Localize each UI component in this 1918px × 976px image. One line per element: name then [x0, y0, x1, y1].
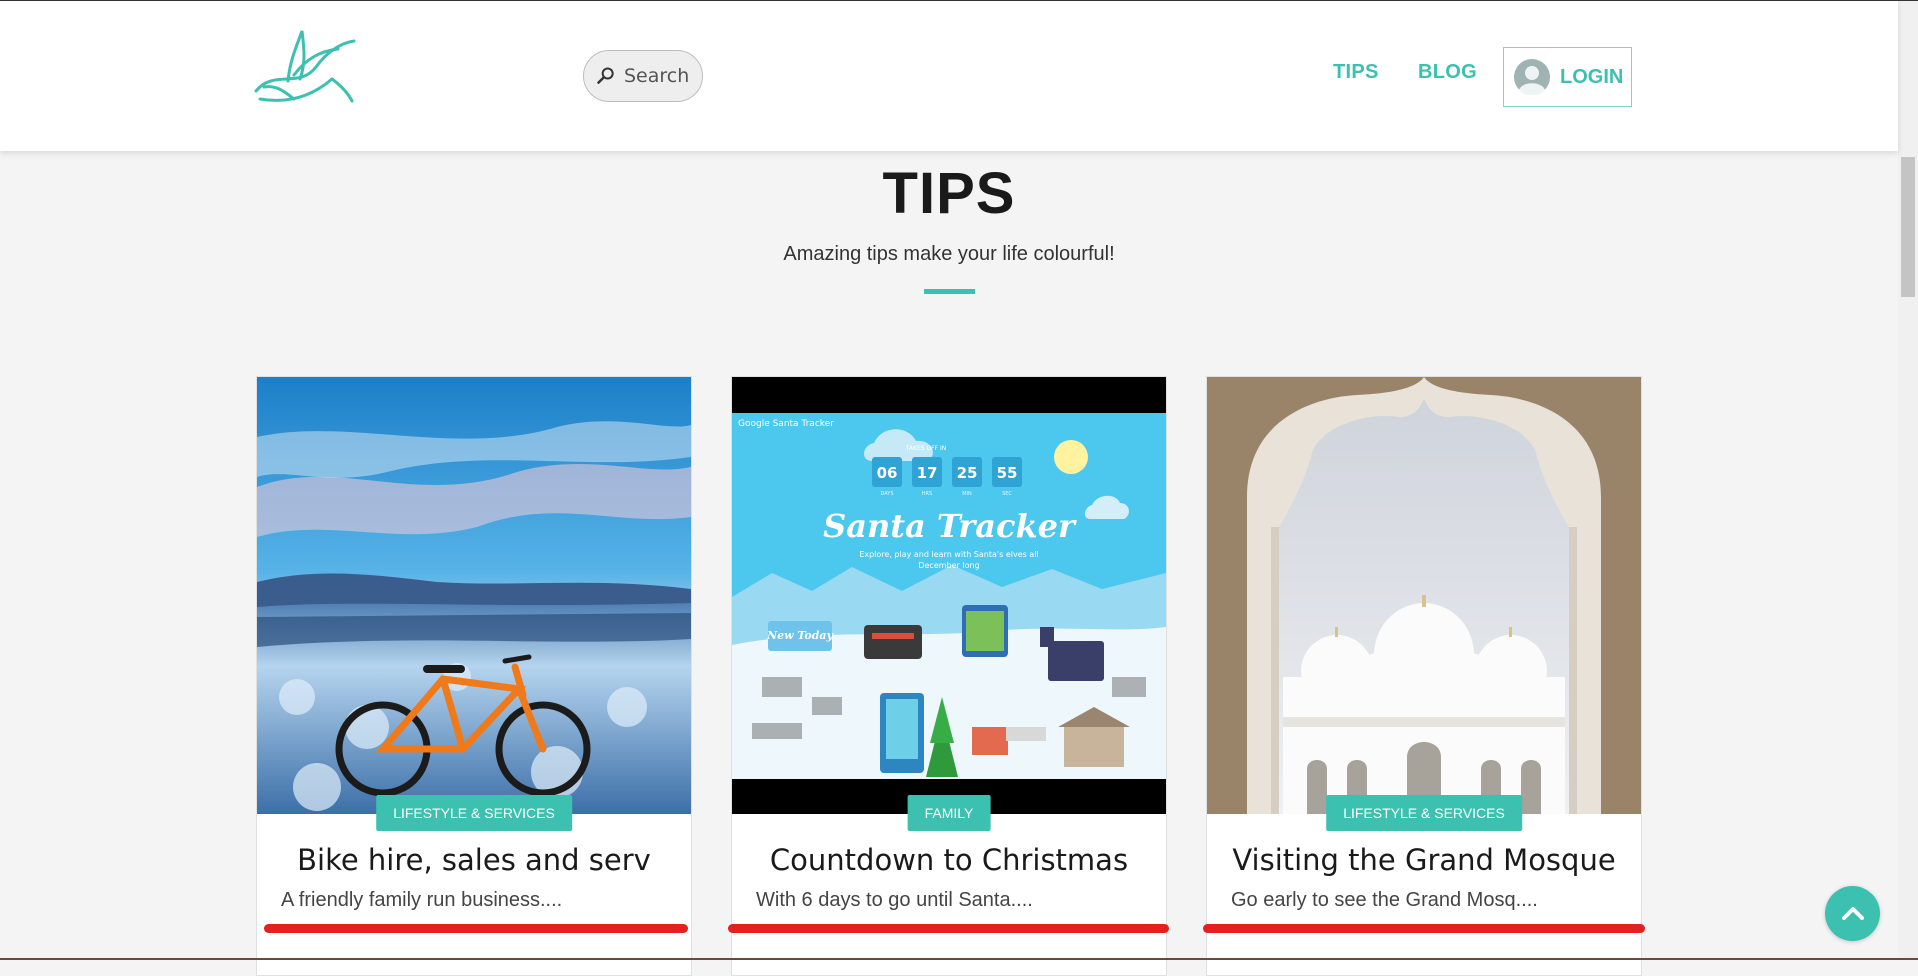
- card-image-santa-tracker[interactable]: Google Santa Tracker TAKES OFF IN 06 17 …: [732, 377, 1166, 814]
- site-header: TIPS BLOG LOGIN: [0, 1, 1898, 151]
- countdown-unit-hours: HRS: [922, 491, 932, 497]
- section-subtitle: Amazing tips make your life colourful!: [783, 243, 1115, 265]
- category-badge[interactable]: LIFESTYLE & SERVICES: [376, 795, 572, 831]
- countdown-minutes: 25: [957, 464, 978, 482]
- card-excerpt: Go early to see the Grand Mosq....: [1231, 889, 1538, 911]
- card-image-bike[interactable]: [257, 377, 691, 814]
- santa-takes-off: TAKES OFF IN: [905, 445, 947, 452]
- tip-card[interactable]: LIFESTYLE & SERVICES Visiting the Grand …: [1206, 376, 1642, 976]
- highlight-underline: [1203, 924, 1645, 933]
- countdown-hours: 17: [917, 464, 938, 482]
- section-title: TIPS: [882, 161, 1016, 226]
- santa-tagline-1: Explore, play and learn with Santa's elv…: [859, 550, 1038, 559]
- card-excerpt: A friendly family run business....: [281, 889, 563, 911]
- page-scrollbar[interactable]: [1898, 1, 1918, 958]
- login-button[interactable]: LOGIN: [1503, 47, 1632, 107]
- login-label: LOGIN: [1560, 65, 1624, 88]
- highlight-underline: [728, 924, 1169, 933]
- countdown-unit-days: DAYS: [880, 491, 893, 497]
- swallow-logo-icon[interactable]: [254, 29, 358, 105]
- card-title[interactable]: Bike hire, sales and serv: [257, 843, 691, 877]
- tip-card[interactable]: Google Santa Tracker TAKES OFF IN 06 17 …: [731, 376, 1167, 976]
- tip-card[interactable]: LIFESTYLE & SERVICES Bike hire, sales an…: [256, 376, 692, 976]
- santa-brand: Google Santa Tracker: [738, 419, 834, 429]
- nav-tips-link[interactable]: TIPS: [1333, 61, 1379, 84]
- category-badge[interactable]: FAMILY: [907, 795, 991, 831]
- card-excerpt: With 6 days to go until Santa....: [756, 889, 1033, 911]
- santa-heading: Santa Tracker: [823, 507, 1077, 545]
- countdown-unit-seconds: SEC: [1002, 491, 1012, 497]
- category-badge[interactable]: LIFESTYLE & SERVICES: [1326, 795, 1522, 831]
- title-divider: [924, 289, 975, 294]
- santa-new-today: New Today: [766, 629, 834, 642]
- nav-blog-link[interactable]: BLOG: [1418, 61, 1477, 84]
- scrollbar-thumb[interactable]: [1901, 157, 1915, 297]
- card-title[interactable]: Visiting the Grand Mosque: [1207, 843, 1641, 877]
- chevron-up-icon: [1841, 906, 1864, 920]
- countdown-unit-minutes: MIN: [962, 491, 972, 497]
- santa-tagline-2: December long: [918, 561, 979, 570]
- search-icon: [597, 67, 614, 84]
- user-avatar-icon: [1514, 59, 1550, 95]
- countdown-seconds: 55: [997, 464, 1018, 482]
- back-to-top-button[interactable]: [1825, 886, 1880, 941]
- card-image-grand-mosque[interactable]: [1207, 377, 1641, 814]
- card-title[interactable]: Countdown to Christmas: [732, 843, 1166, 877]
- countdown-days: 06: [877, 464, 898, 482]
- search-input[interactable]: [622, 64, 702, 88]
- highlight-underline: [264, 924, 688, 933]
- search-box[interactable]: [583, 50, 703, 102]
